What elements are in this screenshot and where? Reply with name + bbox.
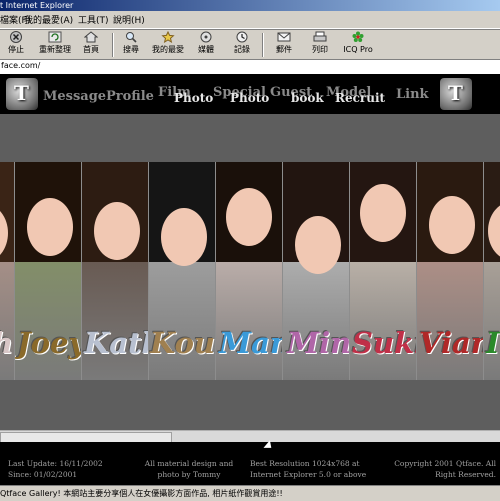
model-name: Mandy: [219, 326, 282, 360]
model-face: [27, 198, 73, 256]
stop-button[interactable]: 停止: [3, 31, 29, 58]
media-icon: [200, 31, 212, 43]
history-icon: [236, 31, 248, 43]
stop-icon: [10, 31, 22, 43]
search-icon: [126, 32, 137, 43]
banner-bottom-band: [0, 380, 500, 430]
toolbar-separator: [112, 33, 114, 57]
home-icon: [84, 31, 98, 43]
history-label: 記錄: [234, 45, 250, 54]
model-name: I: [486, 326, 500, 360]
nav-profile[interactable]: Profile: [106, 89, 154, 104]
model-name: Suki: [352, 326, 416, 360]
nav-special-photo[interactable]: Photo: [230, 91, 269, 105]
mail-icon: [277, 32, 291, 42]
icq-pro-button[interactable]: ICQ Pro: [342, 31, 374, 58]
model-face: [295, 216, 341, 274]
model-panel[interactable]: Kathy: [82, 162, 148, 380]
model-name: Kathy: [84, 326, 148, 360]
favorites-button[interactable]: 我的最愛: [150, 31, 186, 58]
home-label: 首頁: [83, 45, 99, 54]
menu-favorites[interactable]: 我的最愛(A): [24, 13, 73, 26]
footer-credits: All material design and photo by Tommy: [144, 459, 234, 479]
media-label: 媒體: [198, 45, 214, 54]
model-name: Kouey: [150, 326, 215, 360]
site-nav: T Message Profile Film Photo Special Pho…: [0, 74, 500, 114]
menu-bar: 檔案(F) 我的最愛(A) 工具(T) 說明(H): [0, 11, 500, 29]
mail-button[interactable]: 郵件: [270, 31, 298, 58]
site-footer: Last Update: 16/11/2002 Since: 01/02/200…: [0, 442, 500, 485]
toolbar: 停止 重新整理 首頁 搜尋 我的最愛 媒體 記錄 郵件 列印 ICQ Pro: [0, 29, 500, 60]
model-face: [161, 208, 207, 266]
status-text: Qtface Gallery! 本網站主要分享個人在女優攝影方面作品, 相片紙作…: [0, 489, 283, 498]
nav-guestbook[interactable]: book: [291, 91, 324, 105]
window-title: t Internet Explorer: [0, 1, 74, 10]
print-button[interactable]: 列印: [308, 31, 332, 58]
menu-help[interactable]: 說明(H): [113, 13, 145, 26]
model-panel[interactable]: Joey: [15, 162, 81, 380]
mail-label: 郵件: [276, 45, 292, 54]
home-button[interactable]: 首頁: [80, 31, 102, 58]
nav-model-recruit[interactable]: Recruit: [335, 91, 385, 105]
model-panel[interactable]: Kouey: [149, 162, 215, 380]
stop-label: 停止: [8, 45, 24, 54]
model-name: Vian: [419, 326, 483, 360]
search-label: 搜尋: [123, 45, 139, 54]
footer-copyright: Copyright 2001 Qtface. All Right Reserve…: [394, 459, 496, 479]
model-face: [94, 202, 140, 260]
model-panel[interactable]: Mandy: [216, 162, 282, 380]
search-button[interactable]: 搜尋: [120, 31, 142, 58]
menu-tools[interactable]: 工具(T): [78, 13, 109, 26]
model-name: h: [0, 326, 13, 360]
web-page: T Message Profile Film Photo Special Pho…: [0, 74, 500, 485]
nav-link[interactable]: Link: [396, 87, 429, 102]
model-panel[interactable]: h: [0, 162, 14, 380]
window-titlebar: t Internet Explorer: [0, 0, 500, 11]
refresh-label: 重新整理: [39, 45, 71, 54]
model-face: [429, 196, 475, 254]
footer-resolution: Best Resolution 1024x768 at Internet Exp…: [250, 459, 367, 479]
model-panel[interactable]: I: [484, 162, 500, 380]
model-name: Joey: [17, 326, 81, 360]
favorites-label: 我的最愛: [152, 45, 184, 54]
status-bar: Qtface Gallery! 本網站主要分享個人在女優攝影方面作品, 相片紙作…: [0, 485, 500, 501]
address-url: face.com/: [1, 61, 41, 70]
history-button[interactable]: 記錄: [230, 31, 254, 58]
media-button[interactable]: 媒體: [194, 31, 218, 58]
refresh-icon: [48, 31, 62, 43]
refresh-button[interactable]: 重新整理: [35, 31, 75, 58]
icq-flower-icon: [352, 31, 364, 42]
address-bar[interactable]: face.com/: [0, 59, 500, 75]
model-panel[interactable]: Mina: [283, 162, 349, 380]
print-icon: [313, 31, 327, 42]
model-name: Mina: [287, 326, 349, 360]
footer-last-update: Last Update: 16/11/2002 Since: 01/02/200…: [8, 459, 103, 479]
icq-pro-label: ICQ Pro: [343, 45, 373, 54]
toolbar-separator: [262, 33, 264, 57]
model-face: [226, 188, 272, 246]
nav-film-photo[interactable]: Photo: [174, 91, 213, 105]
banner-top-band: [0, 114, 500, 162]
print-label: 列印: [312, 45, 328, 54]
site-logo-left[interactable]: T: [6, 78, 38, 110]
model-panel[interactable]: Vian: [417, 162, 483, 380]
favorites-icon: [161, 31, 175, 43]
site-logo-right[interactable]: T: [440, 78, 472, 110]
model-panel[interactable]: Suki: [350, 162, 416, 380]
model-face: [360, 184, 406, 242]
nav-message[interactable]: Message: [43, 89, 106, 104]
